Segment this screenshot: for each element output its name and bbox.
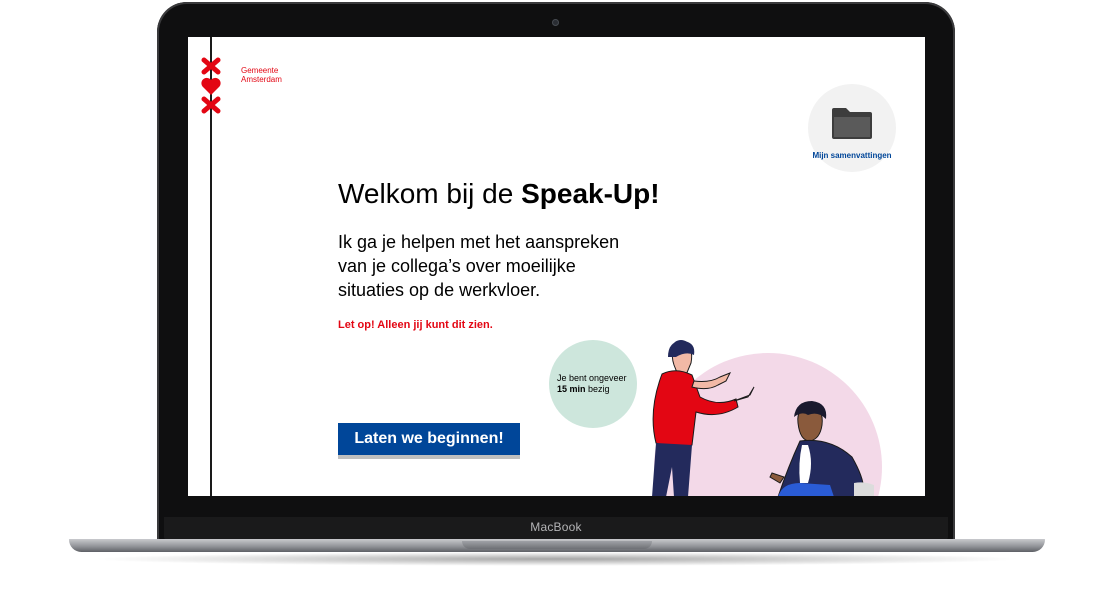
intro-line: situaties op de werkvloer.: [338, 280, 541, 300]
screen: Gemeente Amsterdam Mijn samenvattingen W…: [188, 37, 925, 496]
intro-line: Ik ga je helpen met het aanspreken: [338, 232, 620, 252]
title-emphasis: Speak-Up!: [521, 178, 660, 209]
summaries-label[interactable]: Mijn samenvattingen: [800, 151, 904, 160]
intro-line: van je collega’s over moeilijke: [338, 256, 576, 276]
page-title: Welkom bij de Speak-Up!: [338, 178, 660, 210]
device-brand: MacBook: [530, 520, 582, 534]
time-line1: Je bent ongeveer: [557, 373, 627, 383]
title-prefix: Welkom bij de: [338, 178, 522, 209]
organization-line2: Amsterdam: [241, 75, 282, 84]
privacy-warning: Let op! Alleen jij kunt dit zien.: [338, 319, 493, 331]
start-button[interactable]: Laten we beginnen!: [338, 423, 520, 455]
time-line2: 15 min bezig: [557, 384, 627, 395]
folder-icon: [832, 108, 872, 139]
laptop-shadow: [90, 552, 1024, 566]
organization-line1: Gemeente: [241, 66, 279, 75]
amsterdam-logo: [201, 57, 221, 114]
laptop-base-notch: [462, 541, 652, 549]
time-suffix: bezig: [585, 384, 610, 394]
intro-text: Ik ga je helpen met het aanspreken van j…: [338, 230, 658, 302]
camera: [552, 19, 559, 26]
organization-name: Gemeente Amsterdam: [241, 66, 282, 84]
time-duration: 15 min: [557, 384, 586, 394]
time-estimate-text: Je bent ongeveer 15 min bezig: [557, 373, 627, 395]
laptop-chin: MacBook: [164, 517, 948, 540]
